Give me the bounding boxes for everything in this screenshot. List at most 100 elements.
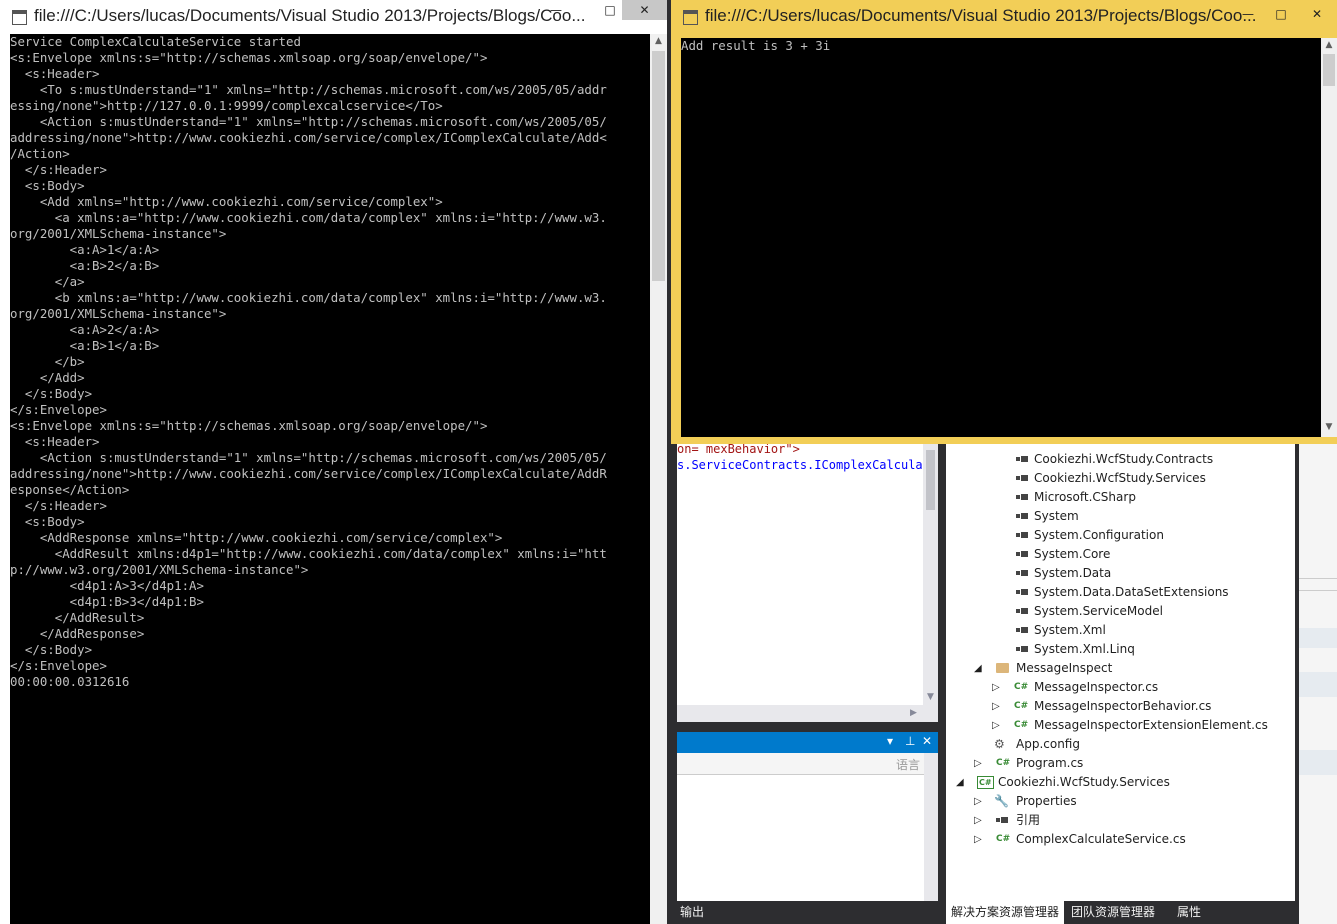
tree-item[interactable]: System.Xml (1014, 621, 1106, 640)
collapsed-arrow-icon[interactable]: ▷ (974, 830, 982, 849)
minimize-button[interactable]: — (533, 0, 579, 20)
tree-item[interactable]: ▷ C# MessageInspectorExtensionElement.cs (992, 716, 1268, 735)
vertical-scrollbar[interactable]: ▲ ▼ (1321, 38, 1337, 437)
tree-item-label: Program.cs (1016, 756, 1084, 770)
console-line: <AddResponse xmlns="http://www.cookiezhi… (10, 530, 503, 545)
scroll-right-arrow-icon[interactable]: ▶ (906, 705, 921, 722)
console-line: </a> (10, 274, 85, 289)
tab-team-explorer[interactable]: 团队资源管理器 (1066, 901, 1160, 924)
scroll-up-arrow-icon[interactable]: ▲ (650, 36, 667, 46)
output-vertical-scrollbar[interactable] (924, 753, 938, 901)
csharp-file-icon: C# (1014, 682, 1029, 692)
console-output[interactable]: Add result is 3 + 3i (681, 38, 1321, 437)
tree-item[interactable]: System.ServiceModel (1014, 602, 1163, 621)
divider (1299, 578, 1337, 579)
output-toolbar (677, 753, 924, 775)
console-line: <s:Body> (10, 178, 85, 193)
collapsed-arrow-icon[interactable]: ▷ (974, 811, 982, 830)
tree-item[interactable]: ▷ C# ComplexCalculateService.cs (974, 830, 1186, 849)
server-console-window: file:///C:/Users/lucas/Documents/Visual … (0, 0, 667, 924)
code-line-1: on= mexBehavior"> (677, 442, 800, 456)
scroll-up-arrow-icon[interactable]: ▲ (1321, 40, 1337, 50)
tree-item-label: System.Core (1034, 547, 1111, 561)
console-line: <Action s:mustUnderstand="1" xmlns="http… (10, 114, 607, 129)
divider (1299, 590, 1337, 591)
code-line-2: s.ServiceContracts.IComplexCalculat (677, 458, 930, 472)
tree-item[interactable]: ▷ 🔧 Properties (974, 792, 1077, 811)
console-line: <Action s:mustUnderstand="1" xmlns="http… (10, 450, 607, 465)
tree-item-label: MessageInspector.cs (1034, 680, 1159, 694)
code-scroll-thumb[interactable] (926, 450, 935, 510)
tree-item[interactable]: System (1014, 507, 1079, 526)
property-row[interactable] (1299, 672, 1337, 697)
csharp-file-icon: C# (996, 834, 1011, 844)
collapsed-arrow-icon[interactable]: ▷ (992, 716, 1000, 735)
tree-item[interactable]: System.Xml.Linq (1014, 640, 1135, 659)
tree-item[interactable]: ▷ C# MessageInspectorBehavior.cs (992, 697, 1211, 716)
expanded-arrow-icon[interactable]: ◢ (974, 659, 982, 678)
collapsed-arrow-icon[interactable]: ▷ (992, 678, 1000, 697)
tree-item[interactable]: ⚙ App.config (974, 735, 1080, 754)
tree-item-label: App.config (1016, 737, 1080, 751)
code-editor[interactable]: on= mexBehavior"> s.ServiceContracts.ICo… (677, 442, 935, 722)
tree-item[interactable]: System.Core (1014, 545, 1110, 564)
reference-icon (1014, 621, 1030, 640)
output-text-area[interactable] (677, 775, 924, 901)
tree-item-folder[interactable]: ◢ MessageInspect (974, 659, 1112, 678)
tree-item[interactable]: Microsoft.CSharp (1014, 488, 1136, 507)
tab-properties[interactable]: 属性 (1172, 901, 1206, 924)
tree-item-project[interactable]: ◢ C# Cookiezhi.WcfStudy.Services (956, 773, 1170, 792)
expanded-arrow-icon[interactable]: ◢ (956, 773, 964, 792)
console-line: <a:A>2</a:A> (10, 322, 160, 337)
close-icon[interactable]: ✕ (922, 734, 932, 748)
reference-icon (994, 811, 1010, 830)
maximize-button[interactable]: □ (1267, 4, 1295, 24)
solution-explorer: Cookiezhi.WcfStudy.Contracts Cookiezhi.W… (946, 442, 1295, 901)
tree-item[interactable]: ▷ C# Program.cs (974, 754, 1083, 773)
reference-icon (1014, 507, 1030, 526)
scroll-down-arrow-icon[interactable]: ▼ (1321, 422, 1337, 432)
vertical-scrollbar[interactable]: ▲ (650, 34, 667, 924)
title-bar[interactable]: file:///C:/Users/lucas/Documents/Visual … (0, 0, 667, 34)
tree-item[interactable]: Cookiezhi.WcfStudy.Services (1014, 469, 1206, 488)
csharp-file-icon: C# (996, 758, 1011, 768)
code-horizontal-scrollbar[interactable] (677, 705, 938, 722)
console-line: </s:Body> (10, 386, 93, 401)
title-bar[interactable]: file:///C:/Users/lucas/Documents/Visual … (671, 0, 1337, 34)
console-line: Add result is 3 + 3i (681, 38, 831, 53)
pin-icon[interactable]: ⊥ (905, 734, 915, 748)
tree-item[interactable]: ▷ 引用 (974, 811, 1040, 830)
tab-output[interactable]: 输出 (677, 901, 740, 924)
reference-icon (1014, 469, 1030, 488)
scroll-down-arrow-icon[interactable]: ▼ (923, 690, 938, 705)
tree-item[interactable]: System.Data (1014, 564, 1111, 583)
tree-item[interactable]: System.Data.DataSetExtensions (1014, 583, 1229, 602)
console-line: <d4p1:A>3</d4p1:A> (10, 578, 204, 593)
tree-item-label: System (1034, 509, 1079, 523)
console-line: </s:Body> (10, 642, 93, 657)
collapsed-arrow-icon[interactable]: ▷ (974, 792, 982, 811)
close-button[interactable]: ✕ (1297, 4, 1337, 24)
close-button[interactable]: ✕ (622, 0, 667, 20)
scroll-thumb[interactable] (652, 51, 665, 281)
property-row[interactable] (1299, 628, 1337, 648)
tree-item[interactable]: Cookiezhi.WcfStudy.Contracts (1014, 450, 1213, 469)
collapsed-arrow-icon[interactable]: ▷ (992, 697, 1000, 716)
console-line: <a xmlns:a="http://www.cookiezhi.com/dat… (10, 210, 607, 225)
console-app-icon (12, 10, 27, 25)
property-row[interactable] (1299, 750, 1337, 775)
tree-item[interactable]: ▷ C# MessageInspector.cs (992, 678, 1158, 697)
csharp-file-icon: C# (1014, 701, 1029, 711)
window-title: file:///C:/Users/lucas/Documents/Visual … (34, 6, 586, 25)
dropdown-icon[interactable]: ▾ (887, 734, 893, 748)
tree-item[interactable]: System.Configuration (1014, 526, 1164, 545)
minimize-button[interactable]: — (1234, 4, 1262, 24)
tab-solution-explorer[interactable]: 解决方案资源管理器 (946, 901, 1065, 924)
language-label: 语言 (896, 758, 921, 772)
csharp-file-icon: C# (1014, 720, 1029, 730)
console-output[interactable]: Service ComplexCalculateService started … (10, 34, 650, 924)
reference-icon (1014, 526, 1030, 545)
collapsed-arrow-icon[interactable]: ▷ (974, 754, 982, 773)
reference-icon (1014, 545, 1030, 564)
scroll-thumb[interactable] (1323, 54, 1335, 86)
